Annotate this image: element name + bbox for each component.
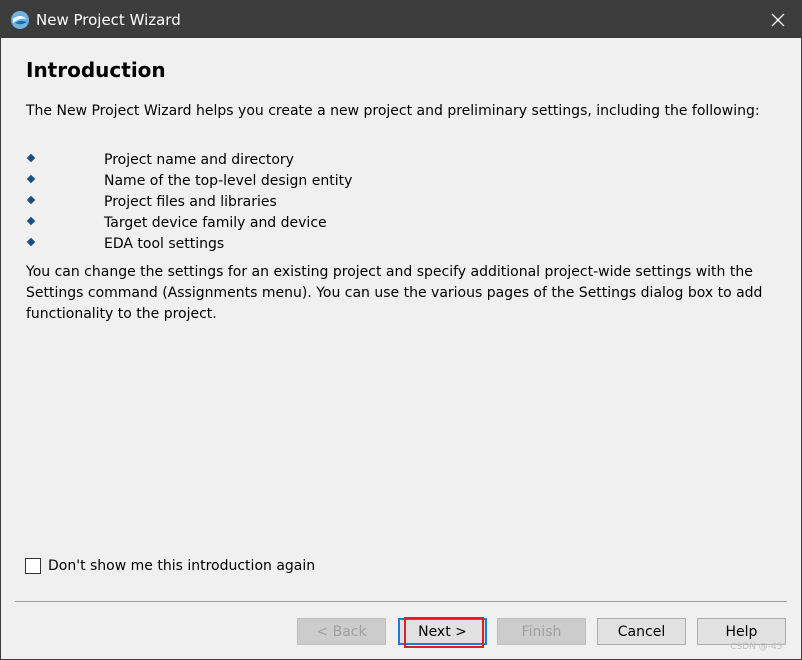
title-bar[interactable]: New Project Wizard xyxy=(1,1,801,38)
dont-show-again-label[interactable]: Don't show me this introduction again xyxy=(48,557,315,575)
page-title: Introduction xyxy=(26,58,166,82)
list-item-label: Name of the top-level design entity xyxy=(104,173,353,189)
list-item-label: Project files and libraries xyxy=(104,194,277,210)
help-button[interactable]: Help xyxy=(697,618,786,645)
watermark: CSDN @-45° xyxy=(730,642,787,652)
finish-button[interactable]: Finish xyxy=(497,618,586,645)
list-item-label: EDA tool settings xyxy=(104,236,225,252)
back-button[interactable]: < Back xyxy=(297,618,386,645)
intro-text: The New Project Wizard helps you create … xyxy=(26,103,760,119)
wizard-content: Introduction The New Project Wizard help… xyxy=(1,38,801,659)
cancel-button[interactable]: Cancel xyxy=(597,618,686,645)
quartus-app-icon xyxy=(11,11,29,29)
close-icon xyxy=(771,13,785,26)
bullet-diamond-icon xyxy=(26,174,36,184)
list-item-label: Project name and directory xyxy=(104,152,294,168)
settings-info-text: You can change the settings for an exist… xyxy=(26,264,763,322)
bullet-diamond-icon xyxy=(26,153,36,163)
bullet-diamond-icon xyxy=(26,237,36,247)
next-button[interactable]: Next > xyxy=(398,618,487,645)
bullet-diamond-icon xyxy=(26,216,36,226)
wizard-window: New Project Wizard Introduction The New … xyxy=(0,0,802,660)
dont-show-again-checkbox[interactable] xyxy=(25,558,41,574)
bullet-diamond-icon xyxy=(26,195,36,205)
close-button[interactable] xyxy=(755,1,801,38)
list-item-label: Target device family and device xyxy=(104,215,327,231)
footer-separator xyxy=(15,601,787,602)
window-title: New Project Wizard xyxy=(36,11,181,29)
